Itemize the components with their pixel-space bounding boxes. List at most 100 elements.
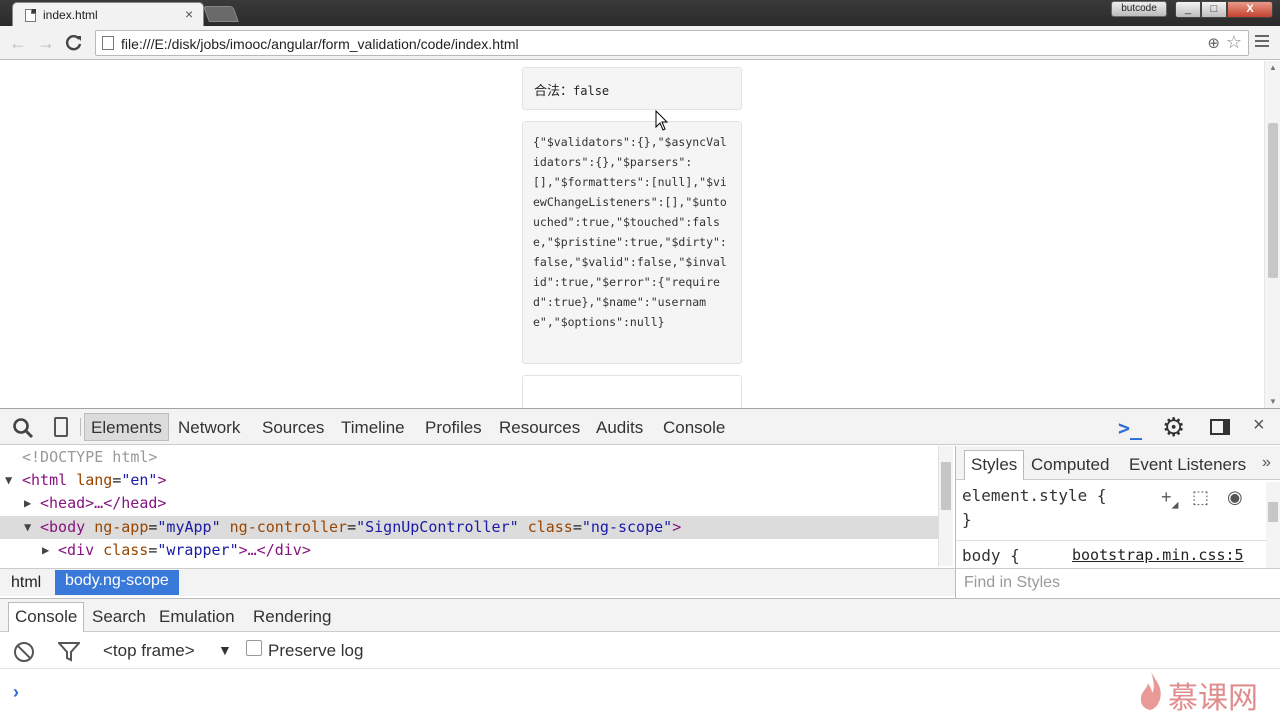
zoom-icon[interactable]: ⊕ <box>1207 34 1220 52</box>
body-attr-ngapp: ng-app <box>94 518 149 536</box>
drawer-tab-search[interactable]: Search <box>92 607 146 627</box>
tab-event-listeners[interactable]: Event Listeners <box>1129 455 1246 475</box>
json-dump-text: {"$validators":{},"$asyncValidators":{},… <box>533 135 727 329</box>
more-tabs-icon[interactable]: » <box>1262 454 1271 472</box>
drawer-tab-emulation[interactable]: Emulation <box>159 607 235 627</box>
dom-node-div-wrapper[interactable]: ▶ <div class="wrapper">…</div> <box>0 539 940 562</box>
page-scrollbar-thumb[interactable] <box>1268 123 1278 278</box>
console-toolbar: <top frame> ▼ Preserve log <box>0 632 1280 669</box>
devtools: Elements Network Sources Timeline Profil… <box>0 408 1280 720</box>
window-minimize-button[interactable]: _ <box>1175 1 1201 18</box>
tab-resources[interactable]: Resources <box>499 418 580 438</box>
filter-icon[interactable] <box>58 642 80 662</box>
drawer-tab-rendering[interactable]: Rendering <box>253 607 331 627</box>
flame-logo-icon <box>1140 672 1161 710</box>
body-attr-ngcontroller: ng-controller <box>229 518 348 536</box>
reload-icon <box>65 34 82 51</box>
body-attr-class: class <box>527 518 573 536</box>
inspect-search-icon[interactable] <box>12 417 34 439</box>
validity-label: 合法： <box>534 83 574 98</box>
tab-timeline[interactable]: Timeline <box>341 418 405 438</box>
dom-node-body[interactable]: ▼ <body ng-app="myApp" ng-controller="Si… <box>0 516 940 539</box>
page-favicon-icon <box>25 9 36 22</box>
menu-icon[interactable] <box>1255 35 1269 49</box>
dom-node-html[interactable]: ▼ <html lang="en"> <box>0 469 940 492</box>
html-attr-name: lang <box>76 471 113 489</box>
elements-scrollbar[interactable] <box>938 446 953 566</box>
empty-panel <box>522 375 742 408</box>
mouse-cursor-icon <box>655 110 669 131</box>
div-attr-class: class <box>103 541 149 559</box>
tab-profiles[interactable]: Profiles <box>425 418 482 438</box>
body-val-ngapp: "myApp" <box>157 518 221 536</box>
tab-styles[interactable]: Styles <box>964 450 1025 480</box>
dom-node-head[interactable]: ▶ <head>…</head> <box>0 492 940 515</box>
tab-elements[interactable]: Elements <box>84 413 169 441</box>
element-style-close: } <box>962 510 972 529</box>
validity-value: false <box>573 84 610 98</box>
browser-toolbar: ← → file:///E:/disk/jobs/imooc/angular/f… <box>0 26 1280 60</box>
collapsed-triangle-icon[interactable]: ▶ <box>24 492 31 515</box>
breadcrumb-html[interactable]: html <box>4 573 48 593</box>
console-output[interactable]: › <box>0 670 1280 720</box>
browser-tab[interactable]: index.html × <box>12 2 204 26</box>
console-drawer-icon[interactable]: >_ <box>1118 416 1142 440</box>
preserve-log-label: Preserve log <box>268 641 364 660</box>
body-tag: <body <box>40 518 86 536</box>
tab-console[interactable]: Console <box>663 418 725 438</box>
element-style-rule[interactable]: element.style { } <box>962 484 1107 532</box>
devtools-close-icon[interactable]: × <box>1253 414 1265 437</box>
profile-badge[interactable]: butcode <box>1111 1 1167 17</box>
frame-selector[interactable]: <top frame> <box>103 641 195 661</box>
back-button[interactable]: ← <box>7 32 29 54</box>
page-viewport: 合法：false {"$validators":{},"$asyncValida… <box>0 61 1280 408</box>
device-mode-icon[interactable] <box>54 417 68 437</box>
scroll-up-arrow-icon[interactable]: ▲ <box>1269 63 1277 72</box>
add-rule-icon[interactable]: +◢ <box>1161 487 1178 511</box>
doctype-text: <!DOCTYPE html> <box>22 448 158 466</box>
window-maximize-button[interactable]: □ <box>1201 1 1227 18</box>
tab-close-icon[interactable]: × <box>185 6 193 22</box>
page-scrollbar[interactable]: ▲ ▼ <box>1264 61 1280 408</box>
styles-scrollbar-thumb[interactable] <box>1268 502 1278 522</box>
gear-icon[interactable]: ⚙ <box>1162 412 1185 443</box>
div-tag: <div <box>58 541 95 559</box>
window-close-button[interactable]: X <box>1227 1 1273 18</box>
site-watermark: 慕课网 <box>1136 669 1276 716</box>
preserve-log-checkbox[interactable] <box>246 640 262 656</box>
address-bar[interactable]: file:///E:/disk/jobs/imooc/angular/form_… <box>95 30 1249 56</box>
tab-computed[interactable]: Computed <box>1031 455 1109 475</box>
drawer-tab-console[interactable]: Console <box>8 602 85 633</box>
browser-titlebar: index.html × butcode _ □ X <box>0 0 1280 26</box>
bookmark-star-icon[interactable]: ☆ <box>1226 32 1242 53</box>
frame-dropdown-arrow-icon[interactable]: ▼ <box>218 642 232 658</box>
breadcrumb-body[interactable]: body.ng-scope <box>55 570 179 595</box>
collapsed-triangle-icon[interactable]: ▶ <box>42 539 49 562</box>
elements-scrollbar-thumb[interactable] <box>941 462 951 510</box>
new-tab-button[interactable] <box>203 6 239 22</box>
equals-sign: = <box>112 471 122 489</box>
expanded-triangle-icon[interactable]: ▼ <box>5 469 12 492</box>
find-in-styles-input[interactable] <box>964 574 1264 592</box>
tab-audits[interactable]: Audits <box>596 418 643 438</box>
dock-side-icon[interactable] <box>1210 419 1230 435</box>
body-val-ngcontroller: "SignUpController" <box>356 518 519 536</box>
clear-console-icon[interactable] <box>14 642 34 662</box>
console-prompt-icon[interactable]: › <box>13 682 19 703</box>
stylesheet-link[interactable]: bootstrap.min.css:5 <box>1072 546 1244 564</box>
rule-divider <box>956 540 1266 541</box>
equals-sign: = <box>572 518 582 536</box>
tab-network[interactable]: Network <box>178 418 240 438</box>
scroll-down-arrow-icon[interactable]: ▼ <box>1269 397 1277 406</box>
color-format-icon[interactable]: ◉ <box>1227 487 1243 508</box>
forward-button[interactable]: → <box>35 32 57 54</box>
expanded-triangle-icon[interactable]: ▼ <box>24 516 31 539</box>
html-attr-value: "en" <box>121 471 158 489</box>
dom-node-doctype[interactable]: <!DOCTYPE html> <box>0 446 940 469</box>
watermark-text: 慕课网 <box>1168 681 1258 716</box>
url-text[interactable]: file:///E:/disk/jobs/imooc/angular/form_… <box>121 36 519 52</box>
tab-sources[interactable]: Sources <box>262 418 324 438</box>
element-state-icon[interactable]: ⬚ <box>1192 487 1209 508</box>
reload-button[interactable] <box>63 32 85 54</box>
html-tag-close: > <box>157 471 167 489</box>
